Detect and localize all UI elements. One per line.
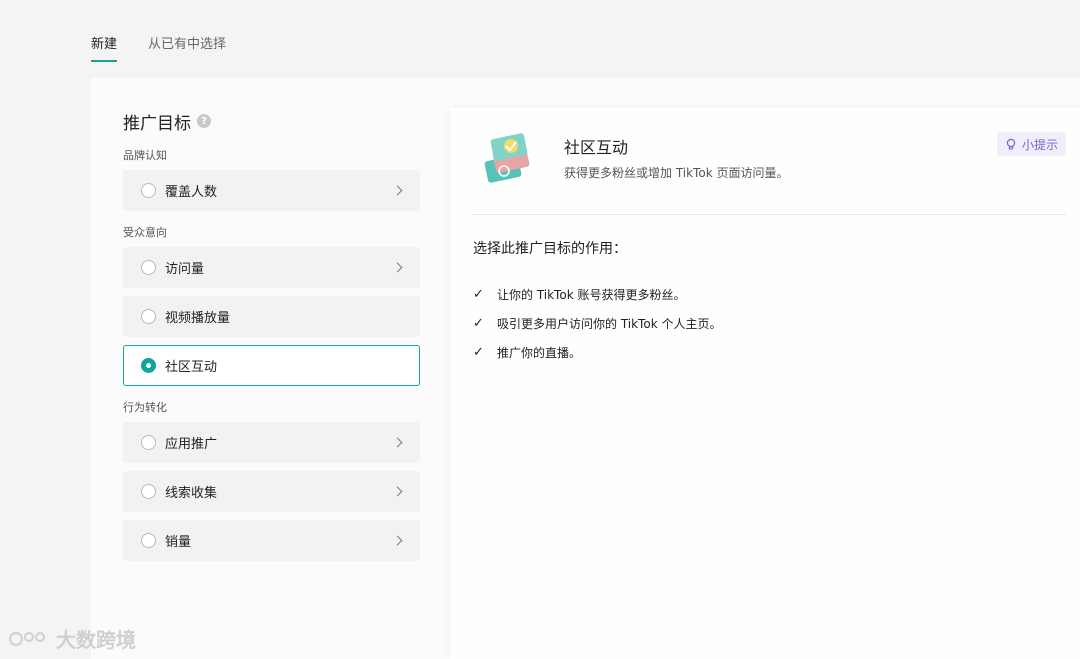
objective-list: 推广目标 ? 品牌认知 覆盖人数 受众意向 访问量 视频播放量 社区互动 行为转… (123, 108, 420, 569)
radio-icon (141, 260, 156, 275)
radio-icon (141, 484, 156, 499)
objective-title: 推广目标 (123, 113, 191, 134)
community-illustration-icon (484, 133, 530, 183)
radio-icon (141, 435, 156, 450)
tab-select-existing[interactable]: 从已有中选择 (148, 36, 226, 62)
tab-bar: 新建 从已有中选择 (91, 36, 226, 62)
watermark-logo-icon (9, 631, 45, 646)
watermark: 大数跨境 (8, 624, 136, 653)
benefit-item: ✓ 吸引更多用户访问你的 TikTok 个人主页。 (473, 309, 721, 338)
group-label-intent: 受众意向 (123, 226, 167, 239)
question-icon[interactable]: ? (197, 114, 211, 128)
option-label: 应用推广 (165, 437, 218, 452)
option-video-views[interactable]: 视频播放量 (123, 296, 420, 337)
check-icon: ✓ (473, 316, 484, 331)
benefit-item: ✓ 让你的 TikTok 账号获得更多粉丝。 (473, 280, 721, 309)
chevron-right-icon (392, 262, 403, 273)
option-label: 线索收集 (165, 486, 218, 501)
option-label: 社区互动 (165, 360, 218, 375)
radio-icon (141, 183, 156, 198)
goal-title: 社区互动 (564, 138, 629, 157)
check-icon: ✓ (473, 287, 484, 302)
divider (473, 214, 1066, 215)
option-reach[interactable]: 覆盖人数 (123, 170, 420, 211)
option-label: 访问量 (165, 262, 205, 277)
group-label-conversion: 行为转化 (123, 401, 167, 414)
option-label: 视频播放量 (165, 311, 231, 326)
benefit-text: 吸引更多用户访问你的 TikTok 个人主页。 (497, 317, 722, 331)
chevron-right-icon (392, 437, 403, 448)
watermark-text: 大数跨境 (56, 628, 136, 652)
radio-selected-icon (141, 358, 156, 373)
benefit-text: 让你的 TikTok 账号获得更多粉丝。 (497, 288, 686, 302)
group-label-brand: 品牌认知 (123, 149, 167, 162)
purpose-title: 选择此推广目标的作用： (473, 241, 627, 257)
option-sales[interactable]: 销量 (123, 520, 420, 561)
benefit-item: ✓ 推广你的直播。 (473, 338, 721, 367)
objective-detail: 社区互动 获得更多粉丝或增加 TikTok 页面访问量。 小提示 选择此推广目标… (450, 108, 1080, 659)
option-traffic[interactable]: 访问量 (123, 247, 420, 288)
option-lead-generation[interactable]: 线索收集 (123, 471, 420, 512)
radio-icon (141, 533, 156, 548)
tip-button[interactable]: 小提示 (996, 132, 1066, 156)
chevron-right-icon (392, 486, 403, 497)
option-label: 覆盖人数 (165, 185, 218, 200)
benefit-list: ✓ 让你的 TikTok 账号获得更多粉丝。 ✓ 吸引更多用户访问你的 TikT… (473, 280, 721, 367)
tip-label: 小提示 (1021, 137, 1058, 152)
benefit-text: 推广你的直播。 (497, 346, 582, 360)
tab-new[interactable]: 新建 (91, 36, 118, 62)
lightbulb-icon (1006, 138, 1016, 150)
chevron-right-icon (392, 535, 403, 546)
section-title: 推广目标 ? (123, 108, 420, 134)
main-panel: 推广目标 ? 品牌认知 覆盖人数 受众意向 访问量 视频播放量 社区互动 行为转… (91, 78, 1080, 659)
option-app-promotion[interactable]: 应用推广 (123, 422, 420, 463)
radio-icon (141, 309, 156, 324)
check-icon: ✓ (473, 345, 484, 360)
option-community-interaction[interactable]: 社区互动 (123, 345, 420, 386)
goal-description: 获得更多粉丝或增加 TikTok 页面访问量。 (564, 166, 789, 180)
option-label: 销量 (165, 535, 192, 550)
chevron-right-icon (392, 185, 403, 196)
